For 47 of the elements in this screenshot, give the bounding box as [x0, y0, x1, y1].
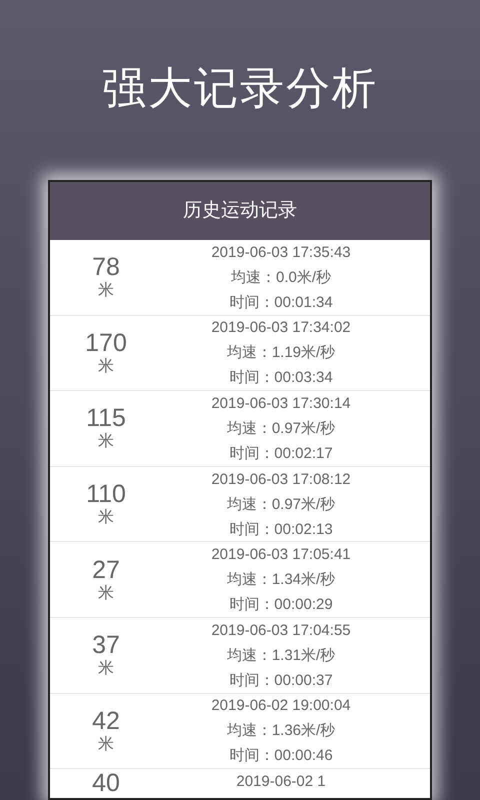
record-row[interactable]: 170 米 2019-06-03 17:34:02 均速：1.19米/秒 时间：00:03:34: [50, 316, 430, 392]
record-duration: 时间：00:03:34: [229, 368, 333, 388]
average-speed: 均速：1.34米/秒: [226, 570, 336, 590]
distance-value: 37: [92, 631, 120, 660]
record-duration: 时间：00:02:17: [229, 444, 333, 464]
record-duration: 时间：00:02:13: [229, 520, 333, 540]
record-date: 2019-06-03 17:08:12: [211, 470, 351, 490]
distance-value: 170: [85, 328, 127, 357]
distance-value: 40: [92, 769, 120, 798]
record-row[interactable]: 110 米 2019-06-03 17:08:12 均速：0.97米/秒 时间：00:02:13: [50, 466, 430, 542]
record-row[interactable]: 115 米 2019-06-03 17:30:14 均速：0.97米/秒 时间：00:02:17: [50, 391, 430, 467]
record-duration: 时间：00:00:37: [229, 670, 333, 691]
distance-unit: 米: [98, 508, 114, 528]
headline: 强大记录分析: [102, 63, 378, 115]
record-date: 2019-06-02 19:00:04: [211, 696, 351, 716]
average-speed: 均速：0.0米/秒: [230, 268, 332, 288]
distance-value: 110: [86, 480, 126, 508]
record-date: 2019-06-03 17:34:02: [211, 318, 351, 338]
record-duration: 时间：00:00:29: [229, 595, 333, 616]
average-speed: 均速：1.31米/秒: [226, 646, 336, 666]
distance-value: 115: [86, 404, 126, 432]
average-speed: 均速：0.97米/秒: [226, 418, 336, 439]
record-date: 2019-06-02 1: [236, 772, 326, 792]
distance-unit: 米: [98, 659, 114, 680]
distance-value: 42: [92, 706, 120, 735]
distance-unit: 米: [98, 432, 114, 452]
record-duration: 时间：00:01:34: [229, 292, 333, 313]
average-speed: 均速：1.36米/秒: [226, 721, 336, 742]
distance-unit: 米: [98, 584, 114, 604]
distance-value: 27: [92, 556, 120, 584]
distance-unit: 米: [98, 356, 114, 377]
record-duration: 时间：00:00:46: [229, 746, 333, 766]
record-row[interactable]: 40 2019-06-02 1: [50, 769, 430, 798]
record-date: 2019-06-03 17:05:41: [211, 545, 351, 566]
record-row[interactable]: 27 米 2019-06-03 17:05:41 均速：1.34米/秒 时间：00:00:29: [50, 542, 430, 618]
distance-unit: 米: [98, 734, 114, 755]
average-speed: 均速：0.97米/秒: [226, 494, 336, 515]
average-speed: 均速：1.19米/秒: [226, 343, 336, 364]
record-row[interactable]: 78 米 2019-06-03 17:35:43 均速：0.0米/秒 时间：00:01:34: [50, 240, 430, 316]
card-title: 历史运动记录: [183, 198, 297, 223]
record-date: 2019-06-03 17:04:55: [211, 620, 351, 641]
distance-unit: 米: [98, 281, 114, 302]
record-row[interactable]: 42 米 2019-06-02 19:00:04 均速：1.36米/秒 时间：00:00:46: [50, 694, 430, 770]
record-date: 2019-06-03 17:35:43: [211, 242, 351, 263]
record-row[interactable]: 37 米 2019-06-03 17:04:55 均速：1.31米/秒 时间：00:00:37: [50, 618, 430, 694]
distance-value: 78: [92, 253, 120, 282]
record-date: 2019-06-03 17:30:14: [211, 394, 351, 414]
